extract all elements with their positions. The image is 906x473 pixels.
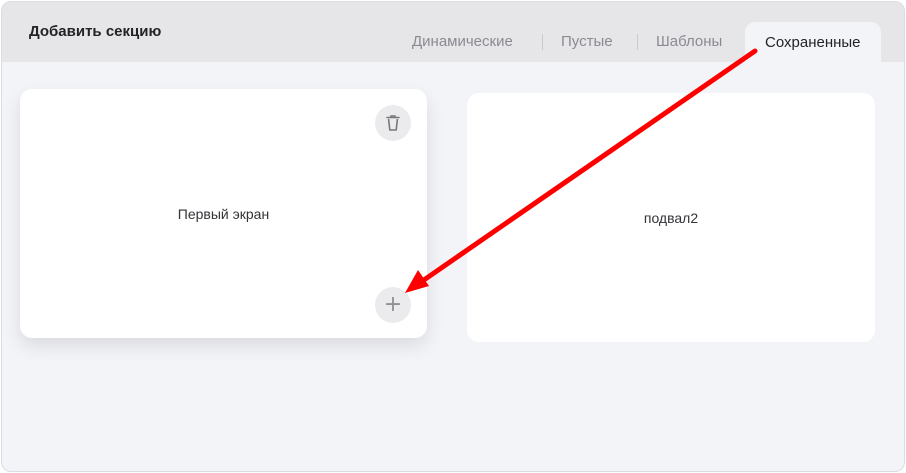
tab-separator [542, 34, 543, 50]
tab-empty[interactable]: Пустые [561, 33, 613, 50]
delete-button[interactable] [375, 105, 411, 141]
tab-separator [637, 34, 638, 50]
add-section-button[interactable]: + [375, 287, 411, 323]
card-label: Первый экран [177, 206, 270, 222]
trash-icon [386, 115, 400, 131]
tab-templates[interactable]: Шаблоны [656, 33, 722, 50]
plus-icon: + [383, 292, 403, 317]
saved-section-card[interactable]: подвал2 [467, 93, 875, 342]
card-label: подвал2 [643, 210, 699, 226]
panel-header: Добавить секцию Динамические Пустые Шабл… [2, 2, 904, 63]
tab-dynamic[interactable]: Динамические [412, 33, 513, 50]
tab-saved[interactable]: Сохраненные [745, 22, 881, 63]
add-section-panel: Добавить секцию Динамические Пустые Шабл… [1, 1, 905, 472]
panel-title: Добавить секцию [29, 23, 162, 40]
saved-section-card[interactable]: Первый экран + [20, 89, 427, 338]
